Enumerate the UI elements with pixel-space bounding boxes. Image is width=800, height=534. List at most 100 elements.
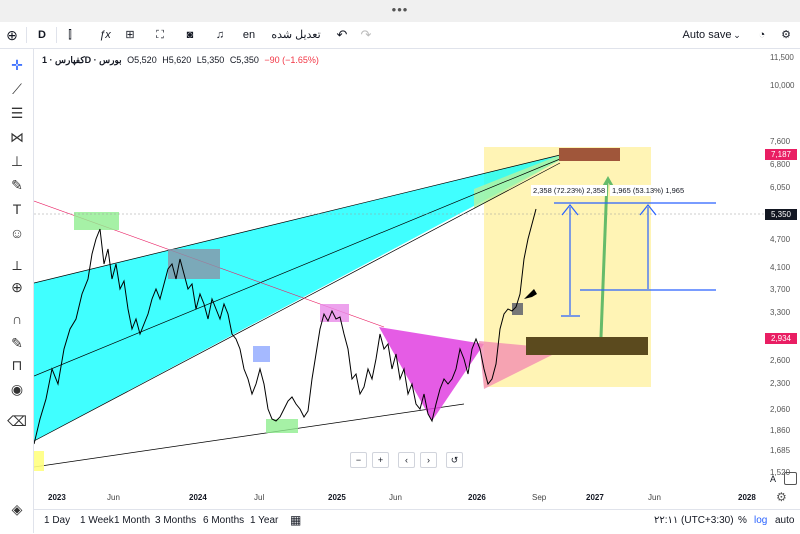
alert-bell-icon[interactable]: ♫ — [212, 26, 228, 44]
price-label: 1,685 — [770, 446, 791, 455]
lock-icon[interactable]: ⊓ — [6, 355, 28, 375]
auto-scale-a-button[interactable]: A — [770, 474, 776, 484]
text-icon[interactable]: T — [6, 199, 28, 219]
low-value: L5,350 — [196, 55, 225, 65]
price-label: 10,000 — [770, 81, 795, 90]
yellow-box[interactable] — [34, 451, 44, 471]
range-1-month[interactable]: 1 Month — [114, 515, 150, 526]
drawing-toolbar: ✛ ⟋ ☰ ⋈ ⊥ ✎ T ☺ ⟂ ⊕ ∩ ✎ ⊓ ◉ ⌫ ◈ — [0, 49, 34, 533]
fullscreen-icon[interactable]: ⛶ — [152, 26, 168, 44]
fib-icon[interactable]: ☰ — [6, 103, 28, 123]
indicators-button[interactable]: ƒx — [96, 26, 114, 44]
layout-icon[interactable]: ⊞ — [122, 26, 138, 44]
scale-lock-icon[interactable] — [784, 472, 797, 485]
violet-box[interactable] — [320, 304, 349, 322]
symbol-title[interactable]: کفپارس · 1D · بورس — [42, 55, 122, 65]
time-label: Sep — [532, 493, 547, 502]
time-axis[interactable]: 2023 Jun 2024 Jul 2025 Jun 2026 Sep 2027… — [34, 489, 764, 507]
range-3-months[interactable]: 3 Months — [155, 515, 196, 526]
interval-button[interactable]: D — [34, 26, 50, 44]
close-value: C5,350 — [229, 55, 259, 65]
price-label: 2,300 — [770, 379, 791, 388]
price-label: 6,050 — [770, 183, 791, 192]
toolbar-divider — [56, 27, 57, 43]
target-box[interactable] — [559, 148, 620, 161]
pattern-icon[interactable]: ⋈ — [6, 127, 28, 147]
range-1-year[interactable]: 1 Year — [250, 515, 278, 526]
time-label: 2027 — [586, 493, 604, 502]
range-1-day[interactable]: 1 Day — [44, 515, 70, 526]
unsaved-label[interactable]: تعدیل شده — [270, 26, 322, 44]
blue-box[interactable] — [253, 346, 270, 362]
camera-icon[interactable]: ◙ — [182, 26, 198, 44]
entry-box[interactable] — [526, 337, 648, 355]
log-toggle[interactable]: log — [754, 515, 767, 526]
zoom-icon[interactable]: ⊕ — [6, 277, 28, 297]
price-label: 3,700 — [770, 285, 791, 294]
target-price-tag: 7,187 — [765, 149, 797, 160]
price-label: 6,800 — [770, 160, 791, 169]
zoom-in-button[interactable]: + — [372, 452, 389, 468]
auto-toggle[interactable]: auto — [775, 515, 794, 526]
chart-legend: کفپارس · 1D · بورس O5,520 H5,620 L5,350 … — [42, 55, 322, 66]
chart-canvas[interactable] — [34, 49, 764, 507]
change-value: −90 (−1.65%) — [264, 55, 319, 65]
lock-drawing-icon[interactable]: ✎ — [6, 333, 28, 353]
eye-icon[interactable]: ◉ — [6, 379, 28, 399]
ruler-icon[interactable]: ⟂ — [6, 255, 28, 275]
trash-icon[interactable]: ⌫ — [6, 411, 28, 431]
emoji-icon[interactable]: ☺ — [6, 223, 28, 243]
axis-settings-icon[interactable]: ⚙ — [776, 490, 787, 504]
crosshair-icon[interactable]: ✛ — [6, 55, 28, 75]
green-box-low[interactable] — [266, 419, 298, 433]
reset-chart-button[interactable]: ↺ — [446, 452, 463, 468]
calendar-icon[interactable]: ▦ — [290, 513, 301, 527]
window-top-bar: ••• — [0, 0, 800, 22]
range-1-week[interactable]: 1 Week — [80, 515, 114, 526]
time-label: 2025 — [328, 493, 346, 502]
time-label: 2026 — [468, 493, 486, 502]
brush-icon[interactable]: ✎ — [6, 175, 28, 195]
projection-icon[interactable]: ⊥ — [6, 151, 28, 171]
percent-toggle[interactable]: % — [738, 515, 747, 526]
price-label: 1,860 — [770, 426, 791, 435]
trendline-icon[interactable]: ⟋ — [6, 79, 28, 99]
zoom-out-button[interactable]: − — [350, 452, 367, 468]
entry-price-tag: 2,934 — [765, 333, 797, 344]
redo-icon[interactable]: ↷ — [358, 26, 374, 44]
magnet-icon[interactable]: ∩ — [6, 309, 28, 329]
measure-label-right: 1,965 (53.13%) 1,965 — [610, 185, 687, 196]
toolbar-divider — [26, 27, 27, 43]
layers-icon[interactable]: ◈ — [6, 499, 28, 519]
price-label: 4,100 — [770, 263, 791, 272]
gray-box[interactable] — [168, 249, 220, 279]
time-label: 2028 — [738, 493, 756, 502]
chart-pane[interactable]: 2,358 (72.23%) 2,358 1,965 (53.13%) 1,96… — [34, 49, 764, 507]
timezone-clock[interactable]: ۲۲:۱۱ (UTC+3:30) — [654, 515, 734, 526]
price-label: 11,500 — [770, 53, 794, 62]
price-axis[interactable]: 11,500 10,000 7,600 6,800 6,050 4,700 4,… — [764, 49, 800, 489]
undo-icon[interactable]: ↶ — [334, 26, 350, 44]
time-label: Jun — [107, 493, 120, 502]
price-label: 3,300 — [770, 308, 791, 317]
settings-icon[interactable]: ⚙ — [778, 26, 794, 44]
bar-style-icon[interactable]: ⫿ — [62, 26, 78, 44]
autosave-button[interactable]: Auto save — [682, 26, 732, 44]
timer-icon[interactable]: ◔ — [754, 26, 770, 44]
time-label: Jun — [389, 493, 402, 502]
chevron-down-icon[interactable]: ⌄ — [732, 26, 742, 44]
high-value: H5,620 — [162, 55, 192, 65]
range-6-months[interactable]: 6 Months — [203, 515, 244, 526]
scroll-forward-button[interactable]: › — [420, 452, 437, 468]
top-toolbar: ⊕ D ⫿ ƒx ⊞ ⛶ ◙ ♫ en تعدیل شده ↶ ↷ Auto s… — [0, 22, 800, 49]
measure-label-left: 2,358 (72.23%) 2,358 — [531, 185, 608, 196]
window-menu-dots[interactable]: ••• — [0, 2, 800, 17]
price-label: 7,600 — [770, 137, 791, 146]
green-box[interactable] — [74, 212, 119, 230]
language-button[interactable]: en — [240, 26, 258, 44]
price-label: 2,600 — [770, 356, 791, 365]
add-icon[interactable]: ⊕ — [4, 26, 20, 44]
price-label: 2,060 — [770, 405, 791, 414]
time-label: Jul — [254, 493, 265, 502]
scroll-back-button[interactable]: ‹ — [398, 452, 415, 468]
